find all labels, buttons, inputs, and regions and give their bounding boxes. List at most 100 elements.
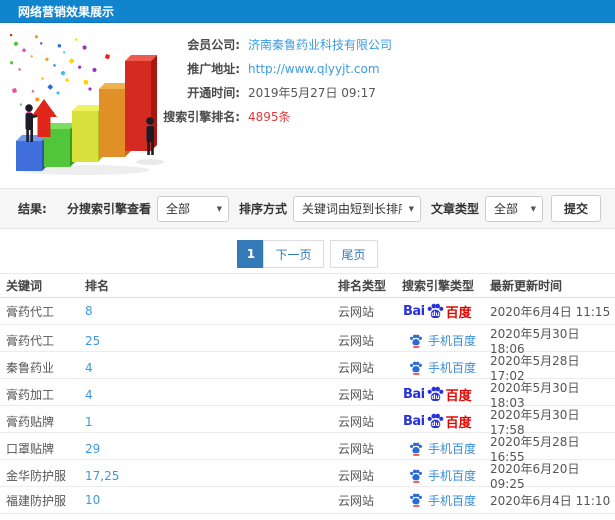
- table-row: 膏药代工 8 云网站 Bai du 百度 2020年6月4日 11:15: [0, 298, 615, 325]
- engine-cell: 手机百度: [402, 467, 490, 484]
- sort-select[interactable]: 关键词由短到长排序: [292, 195, 421, 222]
- updated-cell: 2020年6月4日 11:10: [490, 493, 611, 508]
- table-row: 口罩贴牌 29 云网站 手机百度 2020年5月28日 16:55: [0, 433, 615, 464]
- engine-cell: 手机百度: [402, 492, 490, 509]
- col-engine-type: 搜索引擎类型: [402, 279, 475, 293]
- engine-cell: 手机百度: [402, 359, 490, 376]
- pagination: 1 下一页 尾页: [0, 240, 615, 268]
- result-label: 结果:: [18, 202, 47, 216]
- updated-cell: 2020年6月20日 09:25: [490, 462, 580, 491]
- rank-link[interactable]: 29: [85, 442, 338, 456]
- table-row: 金华防护服 17,25 云网站 手机百度 2020年6月20日 09:25: [0, 460, 615, 491]
- company-label: 会员公司:: [187, 38, 240, 52]
- rank-link[interactable]: 4: [85, 388, 338, 402]
- table-row: 膏药代工 25 云网站 手机百度 2020年5月30日 18:06: [0, 325, 615, 356]
- baidu-mobile-logo: 手机百度: [402, 440, 476, 457]
- engine-select-wrap: 全部: [156, 195, 229, 222]
- promo-url-label: 推广地址:: [187, 62, 240, 76]
- rank-count-value: 4895条: [248, 110, 291, 124]
- filter-bar: 结果: 分搜索引擎查看 全部 排序方式 关键词由短到长排序 文章类型 全部 提交: [0, 188, 615, 229]
- table-row: 膏药贴牌 1 云网站 Bai du 百度 2020年5月30日 17:58: [0, 406, 615, 437]
- baidu-paw-icon: [410, 361, 422, 375]
- rank-link[interactable]: 1: [85, 415, 338, 429]
- keyword-cell: 秦鲁药业: [6, 361, 55, 375]
- baidu-pc-logo: Bai du 百度: [403, 413, 472, 431]
- baidu-paw-icon: du: [427, 413, 444, 428]
- engine-cell: 手机百度: [402, 440, 490, 457]
- table-header-row: 关键词 排名 排名类型 搜索引擎类型 最新更新时间: [0, 273, 615, 298]
- info-row-url: 推广地址: http://www.qlyyjt.com: [0, 63, 615, 75]
- keyword-cell: 口罩贴牌: [6, 442, 55, 456]
- rank-link[interactable]: 17,25: [85, 469, 338, 483]
- sort-label: 排序方式: [238, 202, 287, 216]
- updated-cell: 2020年6月4日 11:15: [490, 304, 611, 319]
- rank-type-cell: 云网站: [338, 334, 375, 348]
- baidu-mobile-logo: 手机百度: [402, 467, 476, 484]
- keyword-cell: 膏药贴牌: [6, 415, 55, 429]
- rank-link[interactable]: 8: [85, 304, 338, 318]
- info-row-opened: 开通时间: 2019年5月27日 09:17: [0, 87, 615, 99]
- engine-filter-label: 分搜索引擎查看: [66, 202, 151, 216]
- baidu-mobile-logo: 手机百度: [402, 492, 476, 509]
- baidu-pc-logo: Bai du 百度: [403, 303, 472, 321]
- table-row: 膏药加工 4 云网站 Bai du 百度 2020年5月30日 18:03: [0, 379, 615, 410]
- app-header: 网络营销效果展示: [0, 0, 615, 23]
- keyword-cell: 膏药代工: [6, 304, 55, 319]
- open-time-value: 2019年5月27日 09:17: [248, 86, 376, 100]
- info-section: 会员公司: 济南秦鲁药业科技有限公司 推广地址: http://www.qlyy…: [0, 23, 615, 188]
- rank-type-cell: 云网站: [338, 493, 375, 508]
- page-1-button[interactable]: 1: [237, 240, 265, 268]
- keyword-cell: 膏药代工: [6, 334, 55, 348]
- baidu-mobile-logo: 手机百度: [402, 332, 476, 349]
- engine-cell: Bai du 百度: [402, 412, 490, 431]
- baidu-paw-icon: [410, 442, 422, 456]
- next-page-button[interactable]: 下一页: [263, 240, 324, 268]
- rank-link[interactable]: 25: [85, 334, 338, 348]
- table-row: 秦鲁药业 4 云网站 手机百度 2020年5月28日 17:02: [0, 352, 615, 383]
- article-select-wrap: 全部: [484, 195, 543, 222]
- rank-link[interactable]: 4: [85, 361, 338, 375]
- rank-type-cell: 云网站: [338, 388, 375, 402]
- article-type-select[interactable]: 全部: [484, 195, 543, 222]
- submit-button[interactable]: 提交: [550, 195, 601, 222]
- page-title: 网络营销效果展示: [18, 4, 115, 19]
- baidu-paw-icon: [410, 334, 422, 348]
- baidu-paw-icon: du: [427, 386, 444, 401]
- engine-cell: Bai du 百度: [402, 385, 490, 404]
- baidu-mobile-logo: 手机百度: [402, 359, 476, 376]
- keyword-cell: 膏药加工: [6, 388, 55, 402]
- baidu-paw-icon: du: [427, 303, 444, 318]
- svg-text:du: du: [431, 311, 439, 317]
- rank-type-cell: 云网站: [338, 442, 375, 456]
- rank-type-cell: 云网站: [338, 415, 375, 429]
- baidu-paw-icon: [410, 469, 422, 483]
- last-page-button[interactable]: 尾页: [329, 240, 378, 268]
- info-rows: 会员公司: 济南秦鲁药业科技有限公司 推广地址: http://www.qlyy…: [0, 39, 615, 135]
- engine-cell: 手机百度: [402, 332, 490, 349]
- rank-type-cell: 云网站: [338, 361, 375, 375]
- keyword-cell: 金华防护服: [6, 469, 67, 483]
- engine-select[interactable]: 全部: [156, 195, 229, 222]
- rank-count-label: 搜索引擎排名:: [163, 110, 240, 124]
- col-keyword: 关键词: [6, 279, 43, 293]
- open-time-label: 开通时间:: [187, 86, 240, 100]
- engine-cell: Bai du 百度: [402, 302, 490, 321]
- baidu-pc-logo: Bai du 百度: [403, 386, 472, 404]
- col-rank-type: 排名类型: [338, 279, 387, 293]
- company-link[interactable]: 济南秦鲁药业科技有限公司: [248, 39, 392, 51]
- table-row: 福建防护服 10 云网站 手机百度 2020年6月4日 11:10: [0, 487, 615, 514]
- rank-link[interactable]: 10: [85, 493, 338, 507]
- col-rank: 排名: [85, 279, 110, 293]
- info-row-rank-count: 搜索引擎排名: 4895条: [0, 111, 615, 123]
- rank-type-cell: 云网站: [338, 304, 375, 319]
- table-row-partial: 手机百度: [0, 514, 615, 520]
- article-type-label: 文章类型: [430, 202, 479, 216]
- baidu-paw-icon: [410, 493, 422, 507]
- rank-type-cell: 云网站: [338, 469, 375, 483]
- svg-text:du: du: [431, 395, 439, 401]
- col-updated: 最新更新时间: [490, 279, 563, 293]
- rank-table: 关键词 排名 排名类型 搜索引擎类型 最新更新时间 膏药代工 8 云网站 Bai…: [0, 273, 615, 520]
- keyword-cell: 福建防护服: [6, 493, 67, 508]
- promo-url-link[interactable]: http://www.qlyyjt.com: [248, 63, 380, 75]
- svg-text:du: du: [431, 422, 439, 428]
